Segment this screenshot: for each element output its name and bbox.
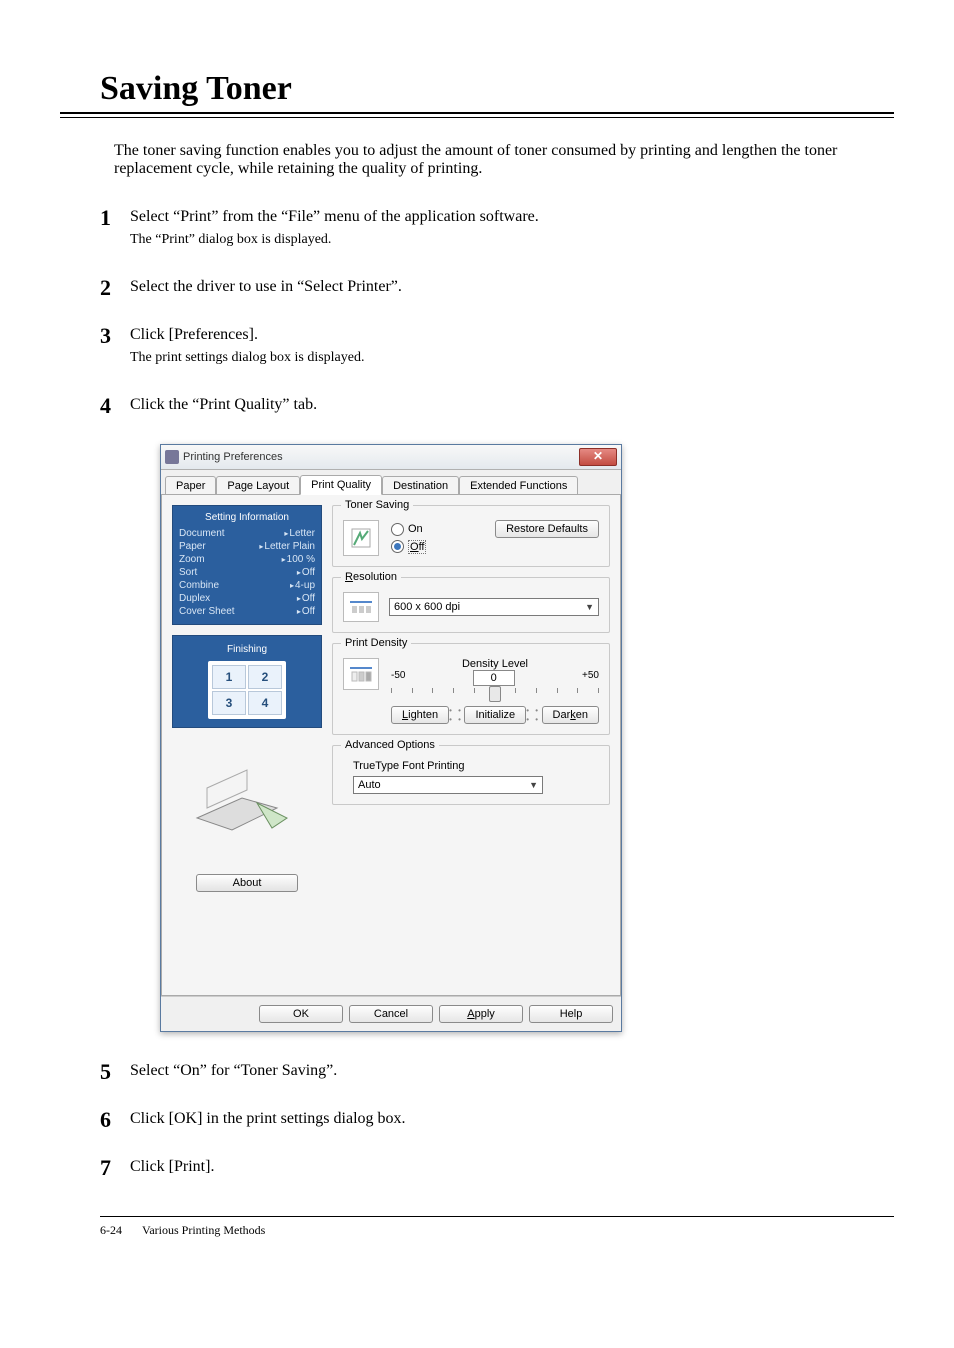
chevron-down-icon: ▼ [529, 780, 538, 790]
dialog-footer: OK Cancel Apply Help [161, 996, 621, 1031]
tab-page-layout[interactable]: Page Layout [216, 476, 300, 495]
tab-paper[interactable]: Paper [165, 476, 216, 495]
step-text: Click [OK] in the print settings dialog … [130, 1110, 894, 1128]
tabstrip: Paper Page Layout Print Quality Destinat… [161, 470, 621, 494]
finishing-box: Finishing 1 2 3 4 [172, 635, 322, 728]
info-key: Paper [179, 541, 206, 552]
step-number: 1 [100, 205, 111, 231]
step-text: Click the “Print Quality” tab. [130, 396, 894, 414]
info-key: Zoom [179, 554, 205, 565]
finishing-label: Finishing [181, 644, 313, 655]
density-level-label: Density Level [391, 658, 599, 670]
info-key: Duplex [179, 593, 210, 604]
density-min: -50 [391, 670, 405, 686]
finishing-cell: 4 [248, 691, 282, 715]
info-value: Off [297, 593, 315, 604]
info-key: Cover Sheet [179, 606, 235, 617]
density-slider[interactable] [391, 688, 599, 702]
printing-preferences-dialog: Printing Preferences ✕ Paper Page Layout… [160, 444, 622, 1032]
density-max: +50 [582, 670, 599, 686]
info-key: Combine [179, 580, 219, 591]
darken-button[interactable]: Darken [542, 706, 599, 724]
resolution-group: Resolution 600 x 600 dpi ▼ [332, 577, 610, 633]
toner-icon [343, 520, 379, 556]
finishing-cell: 1 [212, 665, 246, 689]
setting-information-header: Setting Information [179, 512, 315, 523]
step-number: 6 [100, 1107, 111, 1133]
truetype-value: Auto [358, 779, 381, 791]
toner-saving-legend: Toner Saving [341, 499, 413, 511]
tab-extended-functions[interactable]: Extended Functions [459, 476, 578, 495]
dialog-title: Printing Preferences [183, 451, 283, 463]
cancel-button[interactable]: Cancel [349, 1005, 433, 1023]
resolution-value: 600 x 600 dpi [394, 601, 460, 613]
step-subtext: The “Print” dialog box is displayed. [130, 232, 894, 248]
info-value: Off [297, 567, 315, 578]
info-key: Document [179, 528, 225, 539]
step-text: Click [Preferences]. [130, 326, 894, 344]
density-value: 0 [473, 670, 515, 686]
resolution-icon [343, 592, 379, 622]
page-number: 6-24 [100, 1223, 122, 1238]
truetype-label: TrueType Font Printing [353, 760, 599, 772]
dots-icon: • • • • [449, 706, 464, 724]
truetype-dropdown[interactable]: Auto ▼ [353, 776, 543, 794]
step-number: 2 [100, 275, 111, 301]
about-button[interactable]: About [196, 874, 298, 892]
info-value: Letter [284, 528, 315, 539]
printer-icon [165, 450, 179, 464]
info-value: Off [297, 606, 315, 617]
page-footer: 6-24 Various Printing Methods [100, 1216, 894, 1238]
dots-icon: • • • • [526, 706, 541, 724]
titlebar: Printing Preferences ✕ [161, 445, 621, 470]
print-density-group: Print Density Density Level -50 0 +50 [332, 643, 610, 735]
tab-print-quality[interactable]: Print Quality [300, 475, 382, 495]
toner-saving-on-radio[interactable]: On [391, 523, 426, 536]
step-text: Select the driver to use in “Select Prin… [130, 278, 894, 296]
advanced-options-legend: Advanced Options [341, 739, 439, 751]
step-subtext: The print settings dialog box is display… [130, 350, 894, 366]
step-text: Select “Print” from the “File” menu of t… [130, 208, 894, 226]
output-preview [172, 738, 322, 858]
step-number: 4 [100, 393, 111, 419]
info-value: 100 % [282, 554, 315, 565]
finishing-cell: 2 [248, 665, 282, 689]
finishing-cell: 3 [212, 691, 246, 715]
resolution-dropdown[interactable]: 600 x 600 dpi ▼ [389, 598, 599, 616]
step-number: 7 [100, 1155, 111, 1181]
ok-button[interactable]: OK [259, 1005, 343, 1023]
apply-button[interactable]: Apply [439, 1005, 523, 1023]
initialize-button[interactable]: Initialize [464, 706, 526, 724]
intro-text: The toner saving function enables you to… [114, 142, 894, 178]
advanced-options-group: Advanced Options TrueType Font Printing … [332, 745, 610, 805]
lighten-button[interactable]: Lighten [391, 706, 449, 724]
density-icon [343, 658, 379, 690]
print-density-legend: Print Density [341, 637, 411, 649]
toner-saving-off-radio[interactable]: Off [391, 540, 426, 554]
info-value: 4-up [290, 580, 315, 591]
restore-defaults-button[interactable]: Restore Defaults [495, 520, 599, 538]
setting-information-box: Setting Information Document Letter Paper… [172, 505, 322, 625]
close-button[interactable]: ✕ [579, 448, 617, 466]
resolution-legend: Resolution [341, 571, 401, 583]
page-title: Saving Toner [60, 70, 894, 108]
off-suffix: ff [419, 541, 425, 553]
info-value: Letter Plain [259, 541, 315, 552]
info-key: Sort [179, 567, 197, 578]
tab-destination[interactable]: Destination [382, 476, 459, 495]
running-header: Various Printing Methods [142, 1223, 265, 1238]
chevron-down-icon: ▼ [585, 602, 594, 612]
step-number: 3 [100, 323, 111, 349]
step-text: Select “On” for “Toner Saving”. [130, 1062, 894, 1080]
step-text: Click [Print]. [130, 1158, 894, 1176]
help-button[interactable]: Help [529, 1005, 613, 1023]
title-rule [60, 112, 894, 118]
step-number: 5 [100, 1059, 111, 1085]
toner-saving-group: Toner Saving Restore Defaults On [332, 505, 610, 567]
